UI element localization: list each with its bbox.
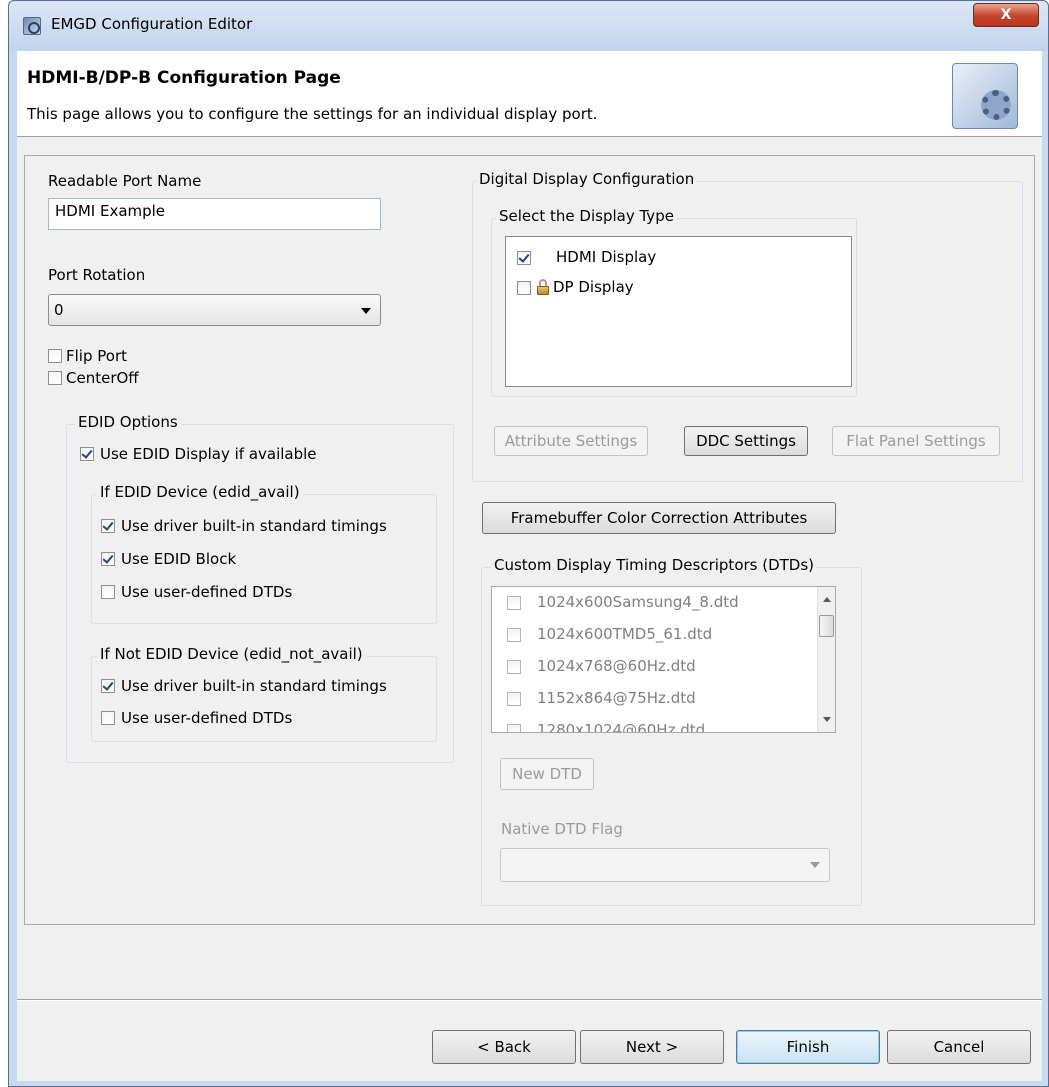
list-item[interactable]: 1280x1024@60Hz.dtd [492, 715, 835, 733]
dtd-checkbox[interactable] [507, 660, 521, 674]
not-avail-user-dtds-label: Use user-defined DTDs [121, 709, 293, 727]
dtd-list[interactable]: 1024x600Samsung4_8.dtd 1024x600TMD5_61.d… [491, 586, 836, 733]
new-dtd-button[interactable]: New DTD [500, 758, 594, 790]
native-dtd-flag-label: Native DTD Flag [501, 820, 623, 838]
framebuffer-color-correction-button[interactable]: Framebuffer Color Correction Attributes [482, 502, 836, 534]
dtd-name: 1152x864@75Hz.dtd [537, 689, 696, 707]
lock-icon [536, 279, 550, 295]
list-item[interactable]: HDMI Display [506, 242, 851, 272]
cancel-button[interactable]: Cancel [887, 1030, 1031, 1064]
display-type-list[interactable]: HDMI Display DP Display [505, 236, 852, 387]
dp-display-label: DP Display [553, 278, 634, 296]
display-type-legend: Select the Display Type [496, 207, 677, 225]
hdmi-display-label: HDMI Display [556, 248, 657, 266]
edid-options-legend: EDID Options [75, 413, 181, 431]
wizard-client-area: HDMI-B/DP-B Configuration Page This page… [17, 51, 1042, 1081]
window-title: EMGD Configuration Editor [51, 15, 253, 33]
attribute-settings-button[interactable]: Attribute Settings [494, 426, 648, 456]
port-name-input[interactable]: HDMI Example [48, 198, 381, 230]
edid-not-avail-group [91, 656, 437, 742]
settings-gear-icon [952, 63, 1018, 129]
native-dtd-flag-select[interactable] [500, 848, 830, 882]
edid-avail-legend: If EDID Device (edid_avail) [97, 483, 303, 501]
chevron-down-icon [810, 862, 820, 868]
port-rotation-label: Port Rotation [48, 266, 146, 284]
app-icon [23, 17, 41, 35]
dtd-checkbox[interactable] [507, 596, 521, 610]
avail-builtin-timings-checkbox[interactable] [101, 519, 115, 533]
not-avail-builtin-timings-label: Use driver built-in standard timings [121, 677, 387, 695]
header-banner: HDMI-B/DP-B Configuration Page This page… [17, 51, 1042, 137]
not-avail-builtin-timings-checkbox[interactable] [101, 679, 115, 693]
next-button[interactable]: Next > [580, 1030, 724, 1064]
avail-builtin-timings-label: Use driver built-in standard timings [121, 517, 387, 535]
dtd-checkbox[interactable] [507, 692, 521, 706]
use-edid-checkbox[interactable] [80, 447, 94, 461]
list-item[interactable]: 1024x600Samsung4_8.dtd [492, 587, 835, 617]
dtd-checkbox[interactable] [507, 628, 521, 642]
main-panel: Readable Port Name HDMI Example Port Rot… [24, 155, 1035, 925]
finish-button[interactable]: Finish [736, 1030, 880, 1064]
avail-user-dtds-checkbox[interactable] [101, 585, 115, 599]
dtd-name: 1280x1024@60Hz.dtd [537, 721, 706, 733]
window: EMGD Configuration Editor X HDMI-B/DP-B … [8, 0, 1049, 1087]
digital-display-legend: Digital Display Configuration [476, 170, 698, 188]
hdmi-display-checkbox[interactable] [517, 251, 531, 265]
flat-panel-settings-button[interactable]: Flat Panel Settings [832, 426, 1000, 456]
port-name-label: Readable Port Name [48, 172, 202, 190]
flip-port-label: Flip Port [66, 347, 127, 365]
scroll-down-arrow-icon[interactable] [823, 717, 831, 722]
edid-not-avail-legend: If Not EDID Device (edid_not_avail) [97, 645, 366, 663]
avail-edid-block-label: Use EDID Block [121, 550, 237, 568]
flip-port-checkbox[interactable] [48, 349, 62, 363]
list-item[interactable]: DP Display [506, 272, 851, 302]
title-bar[interactable]: EMGD Configuration Editor X [9, 1, 1048, 51]
dp-display-checkbox[interactable] [517, 281, 531, 295]
ddc-settings-button[interactable]: DDC Settings [684, 426, 808, 456]
close-button[interactable]: X [973, 3, 1039, 27]
dtd-legend: Custom Display Timing Descriptors (DTDs) [491, 556, 818, 574]
avail-edid-block-checkbox[interactable] [101, 552, 115, 566]
page-title: HDMI-B/DP-B Configuration Page [27, 68, 341, 88]
not-avail-user-dtds-checkbox[interactable] [101, 711, 115, 725]
list-item[interactable]: 1024x600TMD5_61.dtd [492, 619, 835, 649]
bottom-separator-highlight [17, 1000, 1042, 1001]
port-rotation-select[interactable]: 0 [48, 294, 381, 326]
dtd-name: 1024x768@60Hz.dtd [537, 657, 696, 675]
list-item[interactable]: 1152x864@75Hz.dtd [492, 683, 835, 713]
avail-user-dtds-label: Use user-defined DTDs [121, 583, 293, 601]
dtd-name: 1024x600TMD5_61.dtd [537, 625, 713, 643]
port-rotation-value: 0 [54, 301, 64, 319]
dtd-checkbox[interactable] [507, 724, 521, 732]
dtd-name: 1024x600Samsung4_8.dtd [537, 593, 739, 611]
center-off-checkbox[interactable] [48, 371, 62, 385]
page-description: This page allows you to configure the se… [27, 105, 598, 123]
back-button[interactable]: < Back [432, 1030, 576, 1064]
use-edid-label: Use EDID Display if available [100, 445, 317, 463]
list-item[interactable]: 1024x768@60Hz.dtd [492, 651, 835, 681]
scroll-up-arrow-icon[interactable] [823, 597, 831, 602]
scroll-thumb[interactable] [819, 615, 834, 637]
center-off-label: CenterOff [66, 369, 139, 387]
dtd-list-scrollbar[interactable] [817, 587, 835, 732]
chevron-down-icon [361, 308, 371, 314]
